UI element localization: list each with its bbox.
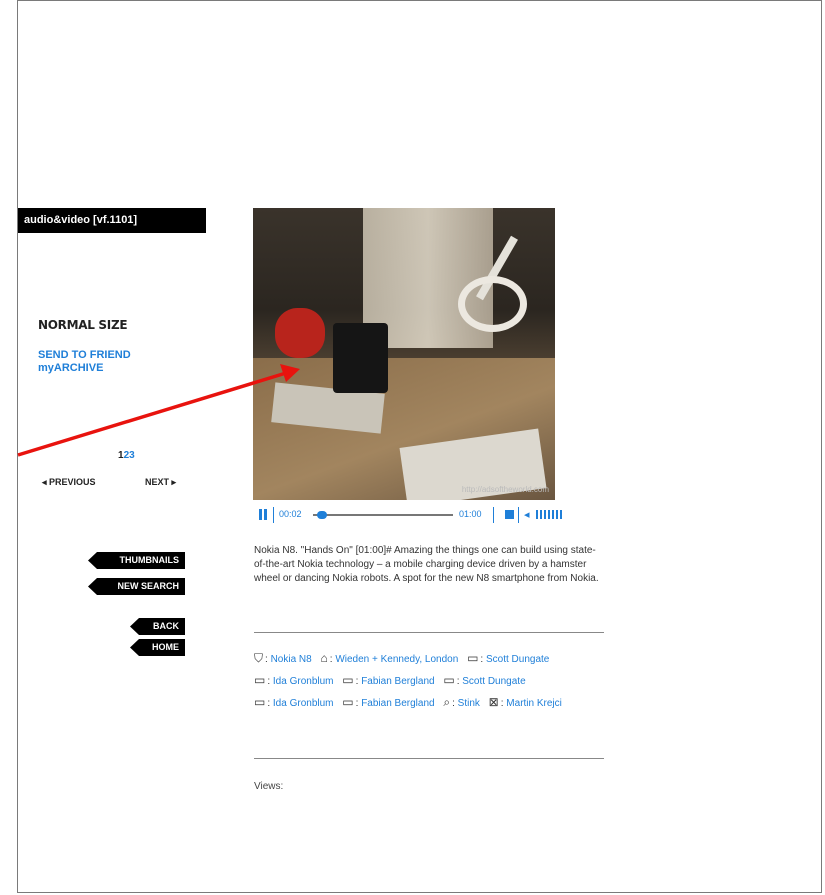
home-button[interactable]: HOME — [130, 639, 185, 656]
credit-link[interactable]: Scott Dungate — [462, 676, 525, 687]
credit-link[interactable]: Wieden + Kennedy, London — [335, 654, 458, 665]
credits-list: ⛉: Nokia N8 ⌂: Wieden + Kennedy, London … — [254, 648, 609, 714]
credit-link[interactable]: Nokia N8 — [271, 654, 312, 665]
credit-item: ⌕: Stink — [443, 695, 480, 709]
section-tag: audio&video [vf.1101] — [18, 208, 206, 233]
red-object — [275, 308, 325, 358]
seek-rail — [313, 514, 453, 516]
current-time: 00:02 — [279, 509, 302, 519]
fullscreen-icon[interactable] — [505, 510, 514, 519]
divider — [254, 632, 604, 633]
product-icon: ⛉ — [254, 651, 264, 665]
divider — [518, 507, 519, 523]
credit-item: ▭: Ida Gronblum — [254, 673, 334, 687]
credit-item: ▭: Fabian Bergland — [342, 695, 434, 709]
normal-size-label[interactable]: NORMAL SIZE — [38, 318, 128, 332]
camera-icon: ▭ — [443, 673, 455, 687]
views-label: Views: — [254, 781, 284, 792]
my-archive-link[interactable]: myARCHIVE — [38, 362, 103, 374]
director-icon: ⊠ — [488, 695, 499, 709]
seek-bar[interactable] — [313, 511, 453, 519]
production-icon: ⌕ — [443, 695, 451, 709]
video-controls: 00:02 01:00 ◂ — [253, 506, 563, 524]
credit-item: ▭: Fabian Bergland — [342, 673, 434, 687]
credit-item: ⛉: Nokia N8 — [254, 651, 312, 665]
credit-link[interactable]: Ida Gronblum — [273, 698, 334, 709]
new-search-button[interactable]: NEW SEARCH — [88, 578, 185, 595]
previous-link[interactable]: ◂ PREVIOUS — [42, 477, 96, 488]
page-3-link[interactable]: 3 — [129, 450, 135, 461]
camera-icon: ▭ — [254, 673, 266, 687]
seek-handle[interactable] — [316, 511, 327, 519]
thumbnails-button[interactable]: THUMBNAILS — [88, 552, 185, 569]
camera-icon: ▭ — [342, 695, 354, 709]
send-to-friend-link[interactable]: SEND TO FRIEND — [38, 349, 131, 361]
divider — [273, 507, 274, 523]
charging-device — [333, 323, 388, 393]
credit-item: ▭: Scott Dungate — [467, 651, 549, 665]
credit-item: ⌂: Wieden + Kennedy, London — [321, 651, 459, 665]
next-link[interactable]: NEXT ▸ — [145, 477, 176, 488]
credit-link[interactable]: Martin Krejci — [506, 698, 562, 709]
pagination: 123 — [118, 450, 135, 461]
credit-item: ⊠: Martin Krejci — [489, 695, 562, 709]
divider — [493, 507, 494, 523]
credit-link[interactable]: Fabian Bergland — [361, 676, 434, 687]
credit-link[interactable]: Scott Dungate — [486, 654, 549, 665]
duration: 01:00 — [459, 509, 482, 519]
video-player[interactable]: http://adsoftheworld.com — [253, 208, 555, 500]
divider — [254, 758, 604, 759]
volume-bar[interactable] — [536, 510, 563, 519]
agency-icon: ⌂ — [320, 651, 328, 665]
video-description: Nokia N8. "Hands On" [01:00]# Amazing th… — [254, 545, 599, 584]
credit-link[interactable]: Stink — [458, 698, 480, 709]
speaker-icon[interactable]: ◂ — [524, 508, 530, 521]
credit-item: ▭: Ida Gronblum — [254, 695, 334, 709]
video-watermark: http://adsoftheworld.com — [461, 485, 549, 494]
credit-link[interactable]: Ida Gronblum — [273, 676, 334, 687]
credit-link[interactable]: Fabian Bergland — [361, 698, 434, 709]
magnifier-lamp — [458, 276, 527, 332]
credit-item: ▭: Scott Dungate — [443, 673, 525, 687]
pause-icon[interactable] — [259, 509, 268, 520]
back-button[interactable]: BACK — [130, 618, 185, 635]
camera-icon: ▭ — [342, 673, 354, 687]
camera-icon: ▭ — [467, 651, 479, 665]
camera-icon: ▭ — [254, 695, 266, 709]
